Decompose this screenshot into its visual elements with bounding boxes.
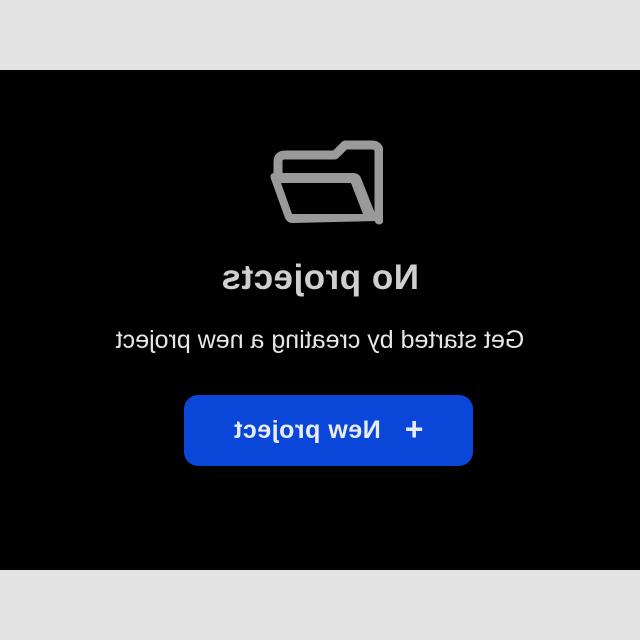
top-margin-band	[0, 0, 640, 70]
folder-open-icon	[270, 140, 383, 225]
plus-icon: +	[404, 411, 424, 447]
empty-state-content: No projects Get started by creating a ne…	[0, 70, 640, 570]
empty-state-panel: No projects Get started by creating a ne…	[0, 70, 640, 570]
bottom-margin-band	[0, 570, 640, 640]
empty-state-title: No projects	[220, 258, 420, 297]
new-project-label: New project	[233, 416, 381, 444]
new-project-button[interactable]: + New project	[184, 395, 473, 466]
empty-state-subtitle: Get started by creating a new project	[115, 326, 525, 354]
